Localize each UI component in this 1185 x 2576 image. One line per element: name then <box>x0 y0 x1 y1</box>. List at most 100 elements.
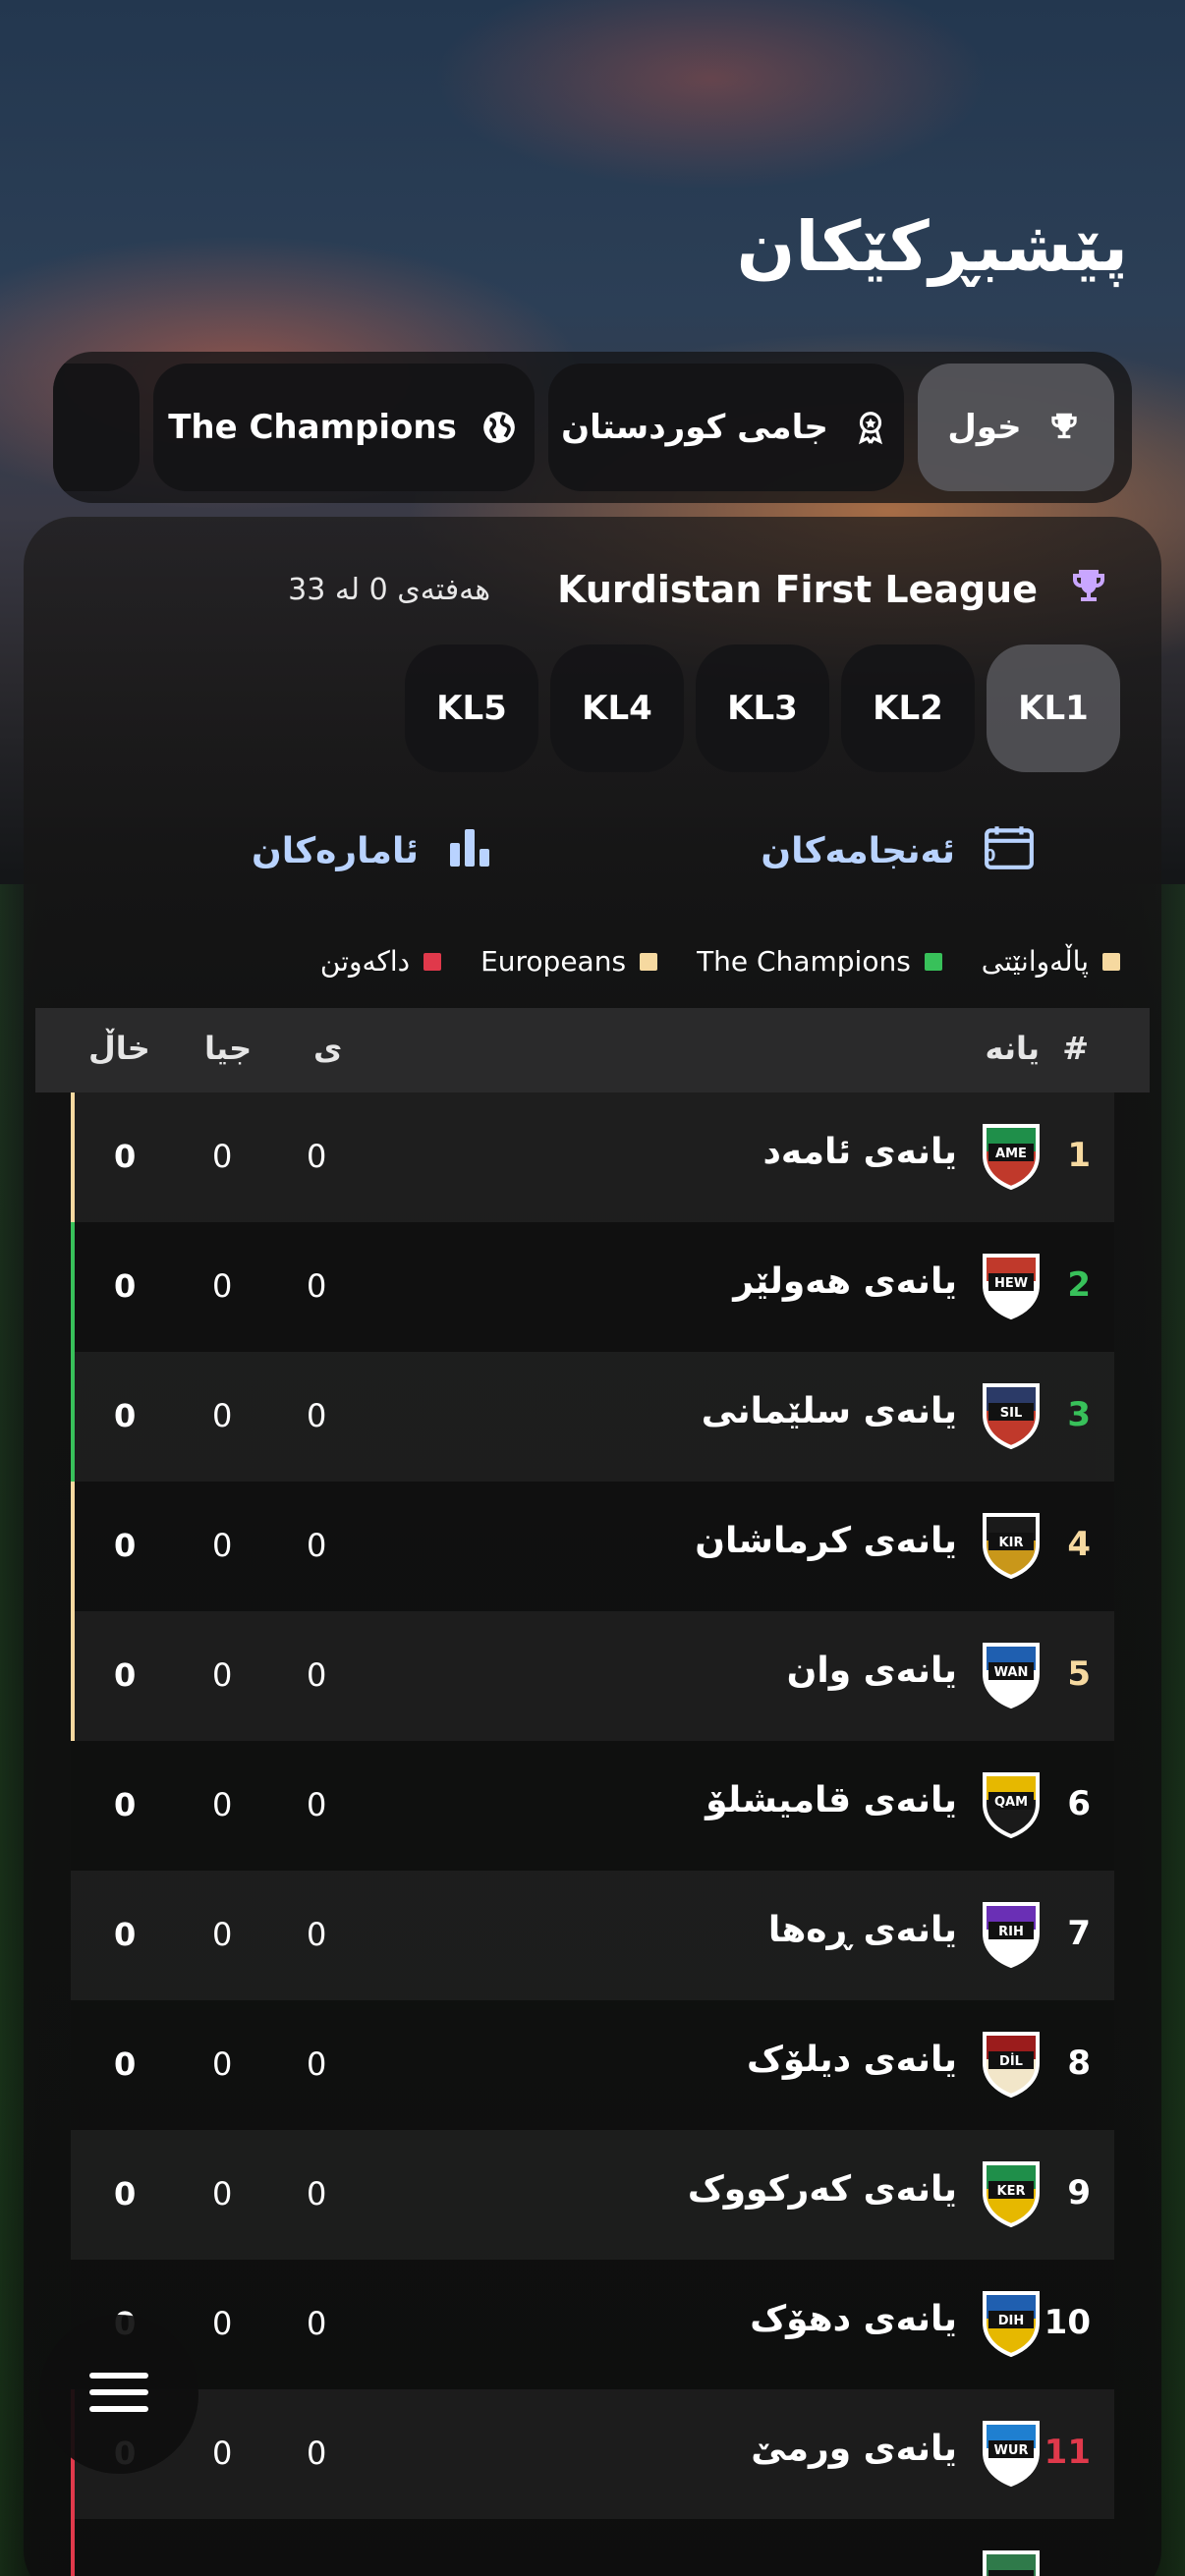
team-goal-diff: 0 <box>212 1527 233 1564</box>
category-tab-league[interactable]: خول <box>918 364 1114 491</box>
legend-label: داکەوتن <box>319 945 411 978</box>
team-goal-diff: 0 <box>212 2045 233 2083</box>
table-row[interactable]: 4 KIR یانەی کرماشان 0 0 0 <box>71 1482 1114 1611</box>
team-played: 0 <box>307 1267 327 1305</box>
team-goal-diff: 0 <box>212 1916 233 1953</box>
results-label: ئەنجامەکان <box>761 830 955 871</box>
competition-category-bar[interactable]: خول جامی کوردستان The Champions <box>53 352 1132 503</box>
team-code: HEW <box>994 1276 1028 1291</box>
team-crest-icon: AME <box>981 1122 1042 1191</box>
team-crest-icon: RIH <box>981 1900 1042 1969</box>
table-row[interactable]: 9 KER یانەی کەرکووک 0 0 0 <box>71 2130 1114 2260</box>
team-played: 0 <box>307 2435 327 2472</box>
team-rank: 11 <box>1044 2433 1091 2472</box>
stats-link[interactable]: ئامارەکان <box>252 812 493 890</box>
division-tab-kl2[interactable]: KL2 <box>841 644 975 772</box>
table-row[interactable]: 11WURیانەی ورمێ000 <box>71 2389 1114 2519</box>
table-row[interactable]: 1 AME یانەی ئامەد 0 0 0 <box>71 1092 1114 1222</box>
team-crest-icon: QAM <box>981 1770 1042 1839</box>
team-played: 0 <box>307 2175 327 2212</box>
division-tab-kl5[interactable]: KL5 <box>405 644 538 772</box>
header-points: خاڵ <box>88 1030 150 1067</box>
team-code: WUR <box>994 2443 1029 2458</box>
table-row[interactable] <box>71 2519 1114 2576</box>
team-rank: 8 <box>1067 2044 1091 2083</box>
team-rank: 1 <box>1067 1136 1091 1175</box>
team-name: یانەی دیلۆک <box>746 2040 957 2080</box>
team-rank: 2 <box>1067 1265 1091 1305</box>
legend-label: The Champions <box>697 945 911 978</box>
team-name: یانەی وان <box>786 1651 957 1691</box>
legend-item: داکەوتن <box>319 945 442 978</box>
division-tab-kl1[interactable]: KL1 <box>987 644 1120 772</box>
team-crest-icon: DİL <box>981 2030 1042 2099</box>
team-points: 0 <box>114 1138 137 1175</box>
team-points: 0 <box>114 1397 137 1434</box>
legend-swatch <box>423 952 442 971</box>
team-played: 0 <box>307 1656 327 1694</box>
team-name: یانەی ڕەها <box>767 1910 957 1950</box>
team-name: یانەی ورمێ <box>751 2429 957 2469</box>
category-label: The Champions <box>168 408 457 447</box>
team-code: DİL <box>999 2053 1023 2069</box>
header-goal-diff: جیا <box>204 1030 253 1067</box>
team-crest-icon: WUR <box>981 2419 1042 2488</box>
team-name: یانەی هەولێر <box>733 1261 957 1302</box>
legend-label: پاڵەوانێتی <box>981 945 1089 978</box>
team-rank: 3 <box>1067 1395 1091 1434</box>
division-tab-kl3[interactable]: KL3 <box>696 644 829 772</box>
menu-button[interactable] <box>39 2315 198 2474</box>
globe-icon <box>479 407 520 448</box>
team-code: WAN <box>994 1665 1029 1680</box>
team-goal-diff: 0 <box>212 1267 233 1305</box>
team-code: KER <box>997 2184 1026 2199</box>
team-points: 0 <box>114 2175 137 2212</box>
team-name: یانەی کرماشان <box>695 1521 957 1561</box>
svg-text:2:0: 2:0 <box>983 846 996 865</box>
team-points: 0 <box>114 1527 137 1564</box>
category-label: خول <box>947 408 1022 447</box>
results-link[interactable]: 2:0 ئەنجامەکان <box>761 812 1036 890</box>
table-row[interactable]: 6 QAM یانەی قامیشلۆ 0 0 0 <box>71 1741 1114 1871</box>
hamburger-menu-icon <box>89 2371 148 2418</box>
team-name: یانەی دهۆک <box>750 2299 957 2339</box>
table-row[interactable]: 3 SIL یانەی سلێمانی 0 0 0 <box>71 1352 1114 1482</box>
team-name: یانەی سلێمانی <box>701 1391 957 1431</box>
legend-item: پاڵەوانێتی <box>982 945 1120 978</box>
category-label: جامی کوردستان <box>561 408 828 447</box>
header-team: یانە <box>985 1030 1040 1067</box>
division-tab-kl4[interactable]: KL4 <box>550 644 684 772</box>
league-name: Kurdistan First League <box>557 568 1038 611</box>
team-code: AME <box>995 1147 1027 1161</box>
team-name: یانەی ئامەد <box>762 1132 957 1172</box>
team-rank: 7 <box>1067 1914 1091 1953</box>
team-rank: 5 <box>1067 1654 1091 1694</box>
standings-table-body: 1 AME یانەی ئامەد 0 0 0 2 HEW یانەی هەولێر 0 0 0 3 SI… <box>71 1092 1114 2576</box>
trophy-icon <box>1065 564 1112 615</box>
team-played: 0 <box>307 1397 327 1434</box>
category-tab-kurdistan-cup[interactable]: جامی کوردستان <box>548 364 904 491</box>
table-row[interactable]: 10DIHیانەی دهۆک000 <box>71 2260 1114 2389</box>
team-name: یانەی قامیشلۆ <box>705 1780 957 1820</box>
team-points: 0 <box>114 1656 137 1694</box>
category-tab-partial[interactable] <box>53 364 140 491</box>
team-goal-diff: 0 <box>212 1656 233 1694</box>
category-tab-the-champions[interactable]: The Champions <box>153 364 535 491</box>
team-points: 0 <box>114 2045 137 2083</box>
table-row[interactable]: 5 WAN یانەی وان 0 0 0 <box>71 1611 1114 1741</box>
team-crest-icon: KER <box>981 2159 1042 2228</box>
table-row[interactable]: 8 DİL یانەی دیلۆک 0 0 0 <box>71 2000 1114 2130</box>
team-crest-icon: DIH <box>981 2289 1042 2358</box>
team-name: یانەی کەرکووک <box>687 2169 957 2210</box>
team-code: DIH <box>998 2314 1025 2328</box>
team-code: SIL <box>1000 1406 1022 1421</box>
week-indicator: هەفتەی 0 لە 33 <box>288 572 491 607</box>
table-row[interactable]: 7 RIH یانەی ڕەها 0 0 0 <box>71 1871 1114 2000</box>
legend-item: Europeans <box>480 945 658 978</box>
team-code: QAM <box>994 1795 1028 1810</box>
team-played: 0 <box>307 1786 327 1823</box>
table-row[interactable]: 2 HEW یانەی هەولێر 0 0 0 <box>71 1222 1114 1352</box>
team-goal-diff: 0 <box>212 1786 233 1823</box>
team-goal-diff: 0 <box>212 1138 233 1175</box>
header-played: ی <box>313 1030 343 1067</box>
